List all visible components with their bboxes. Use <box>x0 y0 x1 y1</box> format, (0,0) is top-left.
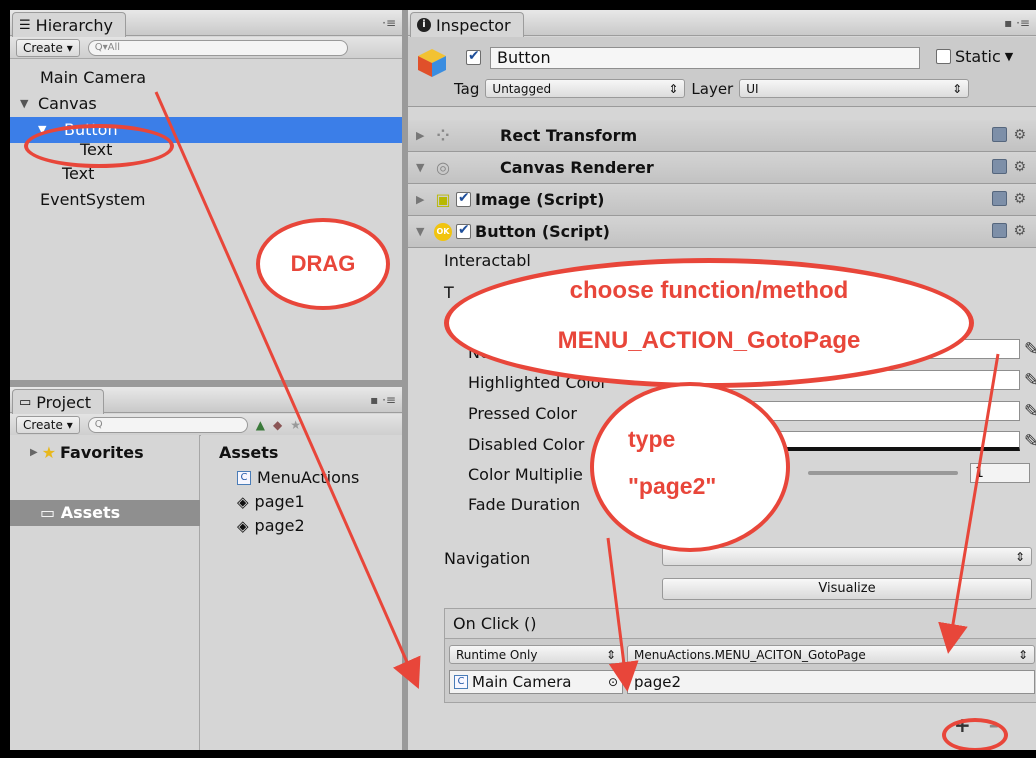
drag-callout: DRAG <box>256 218 390 310</box>
unity-editor-window: ☰ Hierarchy ·≡ Create ▾ Q▾All Main Camer… <box>10 10 1036 750</box>
plus-highlight-ring <box>942 718 1008 750</box>
function-arrow <box>938 353 1000 654</box>
choose-function-callout: choose function/method MENU_ACTION_GotoP… <box>444 258 974 388</box>
drag-arrow <box>154 91 421 689</box>
choose-callout-line2: MENU_ACTION_GotoPage <box>557 327 861 354</box>
type-callout: type "page2" <box>590 382 790 552</box>
choose-callout-line1: choose function/method <box>569 277 849 304</box>
type-callout-line1: type <box>628 426 676 452</box>
type-arrow <box>606 537 639 692</box>
annotation-arrows <box>154 91 1000 692</box>
type-callout-line2: "page2" <box>628 473 717 499</box>
button-highlight-ring <box>24 124 174 168</box>
drag-callout-text: DRAG <box>290 251 356 276</box>
